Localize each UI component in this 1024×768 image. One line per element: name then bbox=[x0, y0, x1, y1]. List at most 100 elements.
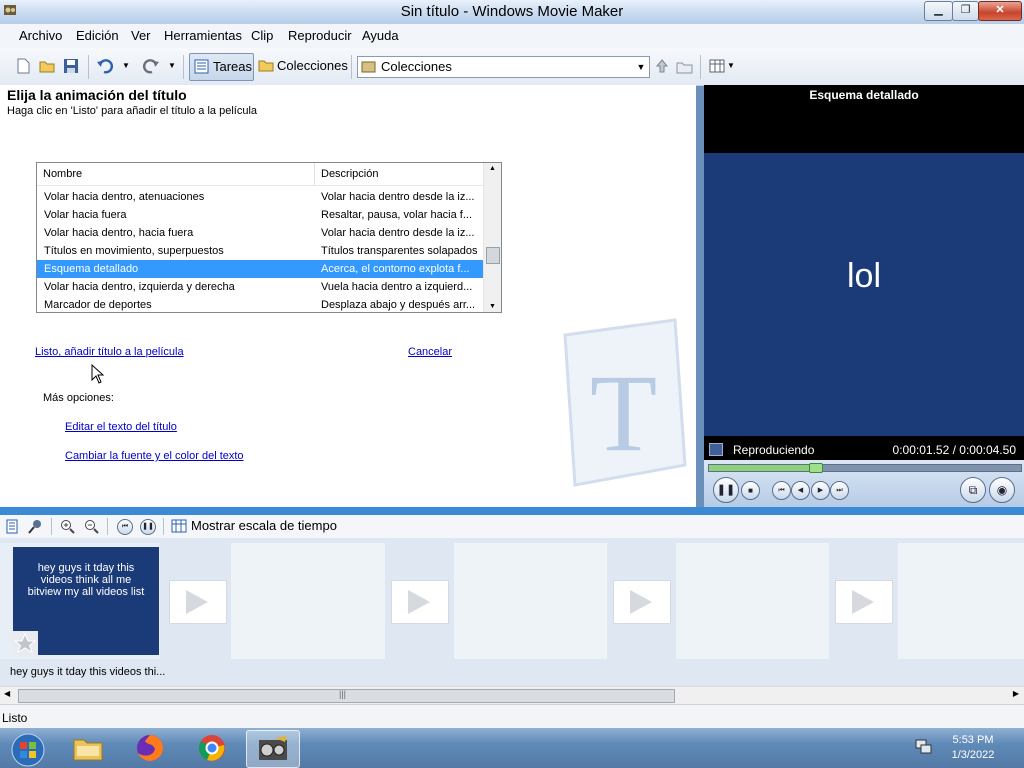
storyboard-scrollbar[interactable]: ◀ ||| ▶ bbox=[0, 686, 1024, 705]
video-effect-star-icon[interactable] bbox=[12, 631, 38, 655]
previous-frame-button[interactable]: ⏮ bbox=[772, 481, 791, 500]
animation-name: Volar hacia fuera bbox=[44, 209, 127, 221]
list-scrollbar[interactable]: ▲ ▼ bbox=[483, 163, 501, 312]
animation-name: Volar hacia dentro, atenuaciones bbox=[44, 191, 205, 203]
menu-bar: Archivo Edición Ver Herramientas Clip Re… bbox=[0, 24, 1024, 48]
storyboard-slot[interactable] bbox=[454, 543, 607, 659]
new-project-icon[interactable] bbox=[14, 57, 32, 75]
storyboard-slot[interactable] bbox=[898, 543, 1024, 659]
toolbar-separator bbox=[88, 55, 89, 79]
animation-description: Volar hacia dentro desde la iz... bbox=[321, 227, 475, 239]
menu-ver[interactable]: Ver bbox=[131, 28, 151, 43]
redo-icon[interactable] bbox=[142, 57, 160, 75]
menu-edicion[interactable]: Edición bbox=[76, 28, 119, 43]
back-frame-button[interactable]: ◀ bbox=[791, 481, 810, 500]
list-item[interactable]: Volar hacia dentro, atenuaciones Volar ha… bbox=[37, 188, 483, 206]
animation-description: Vuela hacia dentro a izquierd... bbox=[321, 281, 473, 293]
zoom-in-icon[interactable] bbox=[60, 519, 75, 534]
save-project-icon[interactable] bbox=[62, 57, 80, 75]
taskbar-firefox[interactable] bbox=[124, 730, 176, 766]
collections-folder-icon bbox=[258, 60, 274, 72]
tasks-button[interactable]: Tareas bbox=[189, 53, 254, 81]
taskbar-file-explorer[interactable] bbox=[62, 730, 114, 766]
new-collection-folder-icon[interactable] bbox=[676, 57, 694, 75]
timeline-icon bbox=[171, 519, 187, 533]
transition-slot[interactable] bbox=[835, 580, 893, 624]
next-frame-button[interactable]: ⏭ bbox=[830, 481, 849, 500]
network-icon[interactable] bbox=[915, 739, 933, 755]
more-options-label: Más opciones: bbox=[43, 392, 114, 404]
menu-herramientas[interactable]: Herramientas bbox=[164, 28, 242, 43]
play-storyboard-button[interactable]: ❚❚ bbox=[140, 519, 156, 535]
title-bar[interactable]: Sin título - Windows Movie Maker ▁ ❐ ✕ bbox=[0, 0, 1024, 25]
menu-archivo[interactable]: Archivo bbox=[19, 28, 62, 43]
start-button[interactable] bbox=[1, 730, 55, 767]
storyboard-view-icon[interactable] bbox=[5, 519, 19, 534]
take-picture-button[interactable]: ◉ bbox=[989, 477, 1015, 503]
minimize-button[interactable]: ▁ bbox=[924, 1, 953, 21]
views-dropdown-icon[interactable]: ▼ bbox=[727, 61, 735, 70]
done-add-title-link[interactable]: Listo, añadir título a la película bbox=[35, 346, 184, 358]
tasks-icon bbox=[194, 59, 209, 74]
collections-dropdown[interactable]: Colecciones ▼ bbox=[357, 56, 650, 78]
change-font-color-link[interactable]: Cambiar la fuente y el color del texto bbox=[65, 450, 244, 462]
list-item[interactable]: Títulos en movimiento, superpuestos Títul… bbox=[37, 242, 483, 260]
split-clip-button[interactable]: ⧉ bbox=[960, 477, 986, 503]
views-icon[interactable] bbox=[708, 57, 726, 75]
zoom-out-icon[interactable] bbox=[84, 519, 99, 534]
transition-slot[interactable] bbox=[169, 580, 227, 624]
scroll-down-icon[interactable]: ▼ bbox=[484, 303, 501, 310]
transition-slot[interactable] bbox=[391, 580, 449, 624]
taskbar-movie-maker[interactable] bbox=[246, 730, 300, 768]
chevron-down-icon[interactable]: ▼ bbox=[633, 57, 649, 77]
list-item[interactable]: Volar hacia fuera Resaltar, pausa, volar … bbox=[37, 206, 483, 224]
menu-clip[interactable]: Clip bbox=[251, 28, 273, 43]
scroll-right-icon[interactable]: ▶ bbox=[1013, 689, 1019, 698]
column-header-description[interactable]: Descripción bbox=[315, 163, 488, 186]
preview-title: Esquema detallado bbox=[809, 88, 919, 102]
redo-dropdown-icon[interactable]: ▼ bbox=[168, 61, 176, 70]
close-button[interactable]: ✕ bbox=[978, 1, 1022, 21]
windows-logo-icon bbox=[11, 733, 45, 767]
up-level-icon[interactable] bbox=[653, 57, 671, 75]
list-item[interactable]: Volar hacia dentro, hacia fuera Volar hac… bbox=[37, 224, 483, 242]
list-item[interactable]: Volar hacia dentro, izquierda y derecha V… bbox=[37, 278, 483, 296]
storyboard-slot[interactable] bbox=[676, 543, 829, 659]
restore-button[interactable]: ❐ bbox=[952, 1, 979, 21]
seek-bar[interactable] bbox=[708, 463, 1022, 473]
playback-controls: ❚❚ ■ ⏮ ◀ ▶ ⏭ ⧉ ◉ bbox=[704, 460, 1024, 507]
scroll-thumb[interactable] bbox=[486, 247, 500, 264]
taskbar-chrome[interactable] bbox=[186, 730, 238, 766]
pause-button[interactable]: ❚❚ bbox=[713, 477, 739, 503]
list-item[interactable]: Marcador de deportes Desplaza abajo y des… bbox=[37, 296, 483, 314]
menu-reproducir[interactable]: Reproducir bbox=[288, 28, 352, 43]
scroll-up-icon[interactable]: ▲ bbox=[484, 165, 501, 172]
cancel-link[interactable]: Cancelar bbox=[408, 346, 452, 358]
collections-button[interactable]: Colecciones bbox=[257, 53, 348, 79]
column-header-name[interactable]: Nombre bbox=[37, 163, 315, 186]
clock-date: 1/3/2022 bbox=[951, 749, 995, 761]
pane-splitter[interactable] bbox=[0, 507, 1024, 515]
list-item[interactable]: Esquema detallado Acerca, el contorno exp… bbox=[37, 260, 483, 278]
scroll-left-icon[interactable]: ◀ bbox=[4, 689, 10, 698]
transition-slot[interactable] bbox=[613, 580, 671, 624]
edit-title-text-link[interactable]: Editar el texto del título bbox=[65, 421, 177, 433]
back-frame-icon: ◀ bbox=[797, 487, 804, 494]
seek-thumb[interactable] bbox=[809, 463, 824, 473]
undo-dropdown-icon[interactable]: ▼ bbox=[122, 61, 130, 70]
collections-combo-icon bbox=[361, 61, 376, 73]
open-project-icon[interactable] bbox=[38, 57, 56, 75]
toolbar-separator bbox=[163, 518, 164, 535]
animation-list[interactable]: Nombre Descripción Volar hacia dentro, a… bbox=[36, 162, 502, 313]
undo-icon[interactable] bbox=[96, 57, 114, 75]
rewind-storyboard-button[interactable]: ⏮ bbox=[117, 519, 133, 535]
page-title: Elija la animación del título bbox=[7, 87, 187, 103]
forward-frame-button[interactable]: ▶ bbox=[811, 481, 830, 500]
stop-button[interactable]: ■ bbox=[741, 481, 760, 500]
system-clock[interactable]: 5:53 PM 1/3/2022 bbox=[938, 733, 1008, 763]
horizontal-scroll-thumb[interactable]: ||| bbox=[18, 689, 675, 703]
menu-ayuda[interactable]: Ayuda bbox=[362, 28, 399, 43]
chrome-icon bbox=[198, 735, 225, 761]
storyboard-slot[interactable] bbox=[231, 543, 385, 659]
narrate-microphone-icon[interactable] bbox=[28, 519, 43, 534]
